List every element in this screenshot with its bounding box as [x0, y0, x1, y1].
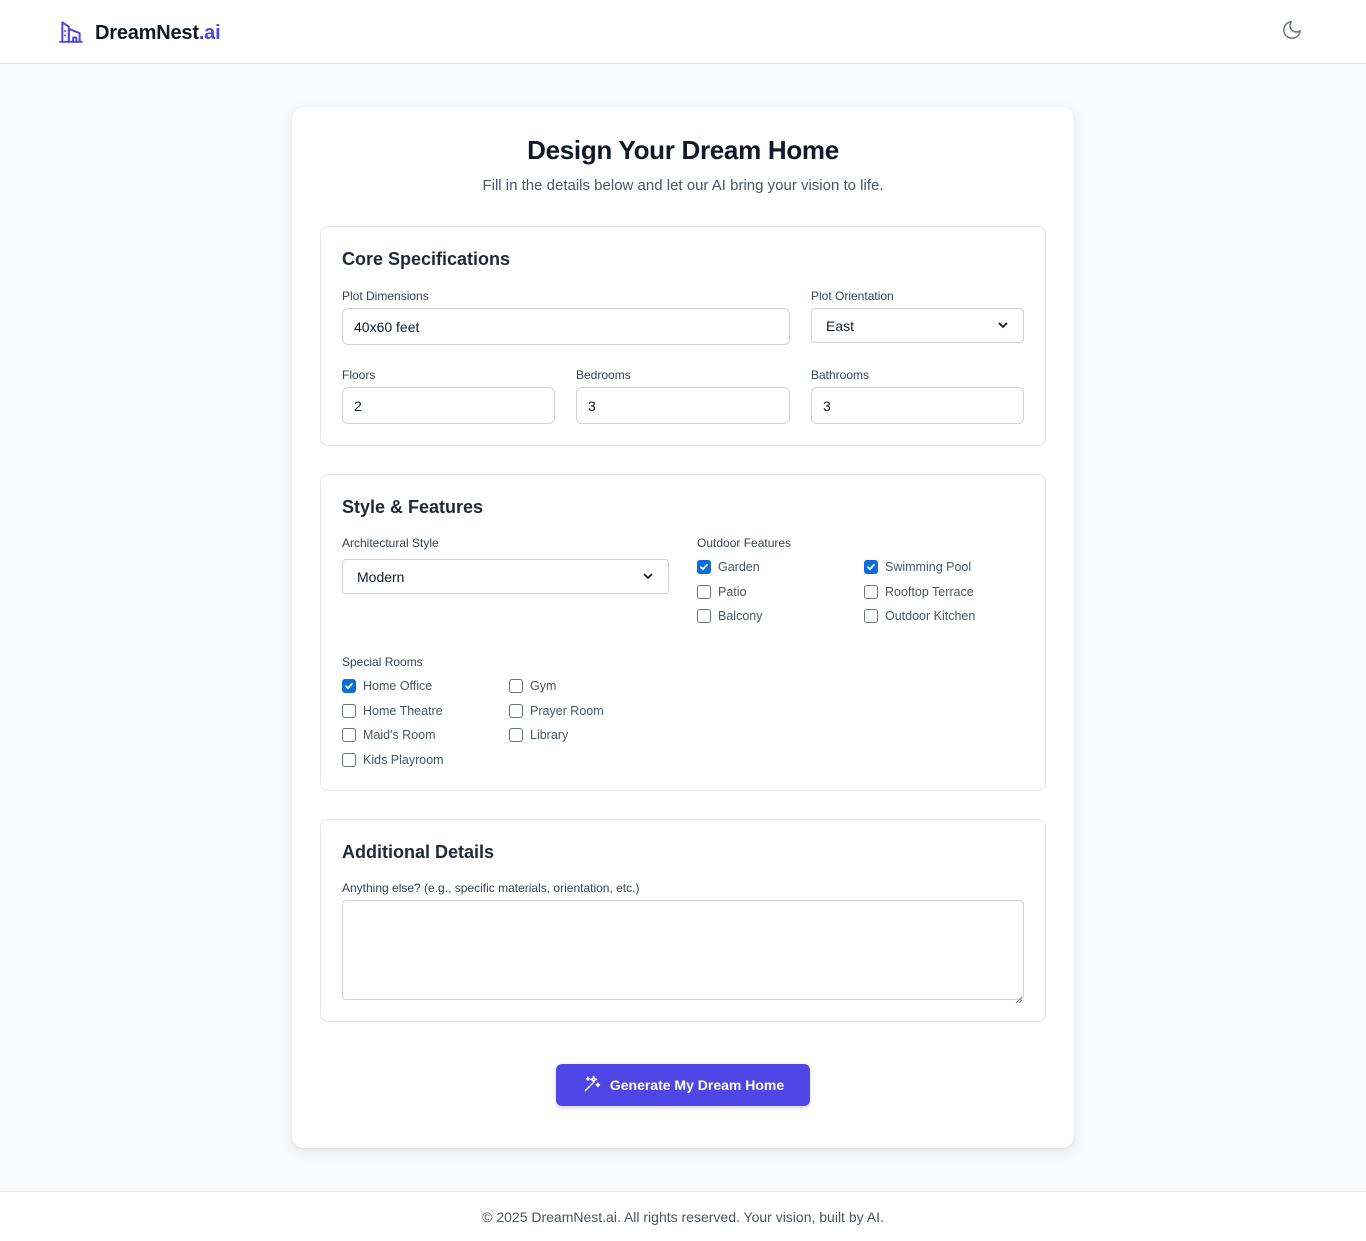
logo-main: DreamNest [95, 22, 199, 44]
plot-dimensions-label: Plot Dimensions [342, 289, 429, 303]
checkbox-garden[interactable]: Garden [697, 559, 760, 575]
bedrooms-input[interactable] [576, 387, 790, 424]
checkbox-library[interactable]: Library [509, 727, 568, 743]
checkbox-label: Library [530, 728, 569, 742]
page-footer: © 2025 DreamNest.ai. All rights reserved… [0, 1191, 1366, 1241]
checkbox-box[interactable] [342, 704, 356, 718]
checkbox-box[interactable] [342, 753, 356, 767]
checkbox-label: Maid's Room [363, 728, 436, 742]
checkbox-prayer-room[interactable]: Prayer Room [509, 703, 604, 719]
section-title-additional: Additional Details [342, 842, 495, 862]
checkbox-label: Rooftop Terrace [885, 585, 974, 599]
checkbox-box[interactable] [864, 585, 878, 599]
top-header: DreamNest.ai [0, 0, 1366, 64]
checkbox-box[interactable] [864, 609, 878, 623]
checkbox-label: Swimming Pool [885, 560, 972, 574]
outdoor-features-label: Outdoor Features [697, 536, 792, 550]
checkbox-box[interactable] [509, 679, 523, 693]
additional-details-textarea[interactable] [342, 900, 1024, 1000]
generate-button-label: Generate My Dream Home [609, 1077, 785, 1093]
checkbox-patio[interactable]: Patio [697, 584, 747, 600]
bathrooms-label: Bathrooms [811, 368, 870, 382]
architectural-style-value: Modern [357, 568, 405, 585]
house-logo-icon [58, 18, 84, 49]
architectural-style-select[interactable]: Modern [342, 559, 669, 594]
design-form-card: Design Your Dream Home Fill in the detai… [292, 107, 1074, 1148]
checkbox-label: Home Theatre [363, 704, 443, 718]
chevron-down-icon [997, 318, 1009, 334]
checkbox-label: Patio [718, 585, 747, 599]
logo[interactable]: DreamNest.ai [58, 18, 221, 49]
bathrooms-input[interactable] [811, 387, 1024, 424]
resize-grip-icon[interactable] [1015, 991, 1023, 1004]
checkbox-label: Home Office [363, 679, 433, 693]
style-features-section: Style & Features Architectural Style Mod… [320, 474, 1046, 791]
moon-icon [1281, 19, 1303, 44]
page-title: Design Your Dream Home [527, 135, 839, 165]
checkbox-label: Prayer Room [530, 704, 604, 718]
checkbox-balcony[interactable]: Balcony [697, 608, 762, 624]
checkbox-outdoor-kitchen[interactable]: Outdoor Kitchen [864, 608, 975, 624]
checkbox-label: Gym [530, 679, 557, 693]
checkbox-rooftop-terrace[interactable]: Rooftop Terrace [864, 584, 974, 600]
checkbox-label: Balcony [718, 609, 763, 623]
checkbox-box[interactable] [697, 585, 711, 599]
sparkles-icon [582, 1074, 602, 1097]
floors-label: Floors [342, 368, 376, 382]
bedrooms-label: Bedrooms [576, 368, 631, 382]
section-title-style: Style & Features [342, 497, 484, 517]
checkbox-home-office[interactable]: Home Office [342, 678, 432, 694]
special-rooms-label: Special Rooms [342, 655, 423, 669]
checkbox-box[interactable] [342, 728, 356, 742]
checkbox-box[interactable] [697, 609, 711, 623]
footer-text: © 2025 DreamNest.ai. All rights reserved… [482, 1209, 884, 1225]
checkbox-kids-playroom[interactable]: Kids Playroom [342, 752, 444, 768]
checkbox-label: Kids Playroom [363, 753, 444, 767]
plot-orientation-select[interactable]: East [811, 308, 1024, 343]
plot-orientation-label: Plot Orientation [811, 289, 894, 303]
checkbox-box[interactable] [342, 679, 356, 693]
chevron-down-icon [642, 569, 654, 585]
checkbox-box[interactable] [864, 560, 878, 574]
logo-text: DreamNest.ai [95, 22, 221, 45]
checkbox-label: Garden [718, 560, 760, 574]
section-title-core: Core Specifications [342, 249, 511, 269]
additional-details-section: Additional Details Anything else? (e.g.,… [320, 819, 1046, 1022]
checkbox-gym[interactable]: Gym [509, 678, 556, 694]
checkbox-swimming-pool[interactable]: Swimming Pool [864, 559, 971, 575]
checkbox-maids-room[interactable]: Maid's Room [342, 727, 436, 743]
theme-toggle-button[interactable] [1278, 17, 1306, 45]
additional-details-label: Anything else? (e.g., specific materials… [342, 881, 640, 895]
architectural-style-label: Architectural Style [342, 536, 439, 550]
checkbox-home-theatre[interactable]: Home Theatre [342, 703, 443, 719]
generate-button[interactable]: Generate My Dream Home [556, 1064, 810, 1106]
checkbox-label: Outdoor Kitchen [885, 609, 976, 623]
core-specifications-section: Core Specifications Plot Dimensions Plot… [320, 226, 1046, 446]
checkbox-box[interactable] [509, 728, 523, 742]
page-subtitle: Fill in the details below and let our AI… [482, 177, 884, 194]
checkbox-box[interactable] [509, 704, 523, 718]
plot-dimensions-input[interactable] [342, 308, 790, 345]
plot-orientation-value: East [826, 317, 855, 334]
floors-input[interactable] [342, 387, 555, 424]
checkbox-box[interactable] [697, 560, 711, 574]
logo-accent: .ai [198, 22, 221, 44]
